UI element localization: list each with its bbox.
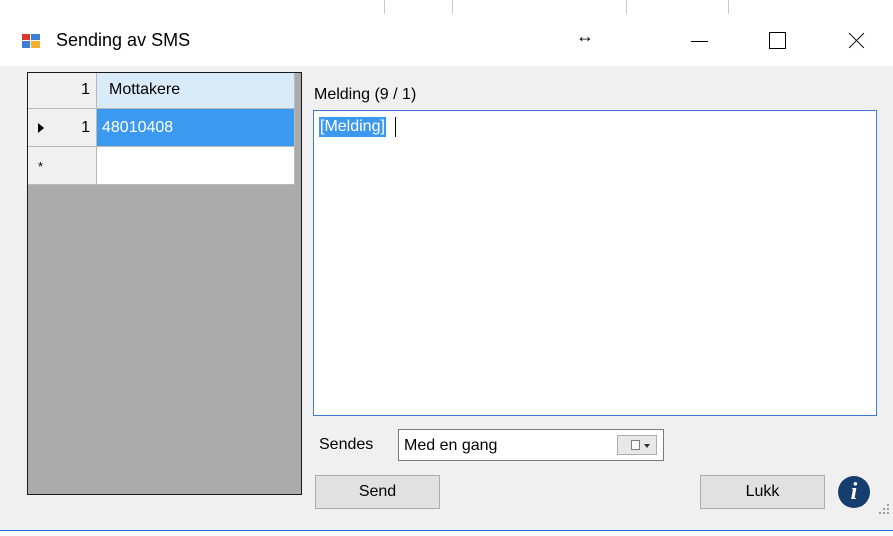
document-icon [631, 440, 640, 450]
new-recipient-cell[interactable] [97, 147, 295, 185]
resize-cursor-icon: ↔ [576, 26, 594, 46]
strip-divider [728, 0, 729, 14]
text-caret [395, 117, 396, 137]
recipients-grid[interactable]: 1 Mottakere 1 48010408 * [27, 72, 302, 495]
chevron-down-icon [644, 444, 650, 448]
row-header[interactable]: * [28, 147, 97, 185]
sendes-select[interactable]: Med en gang [398, 429, 664, 461]
title-bar[interactable]: Sending av SMS ↔ [0, 16, 893, 66]
bottom-edge [0, 530, 893, 536]
recipient-cell[interactable]: 48010408 [97, 109, 295, 147]
maximize-button[interactable] [765, 28, 795, 54]
lukk-button[interactable]: Lukk [700, 475, 825, 509]
message-label: Melding (9 / 1) [314, 86, 417, 103]
grid-header: 1 Mottakere [28, 73, 301, 109]
grid-corner-count[interactable]: 1 [28, 73, 97, 109]
minimize-button[interactable] [686, 28, 716, 54]
message-text: [Melding] [319, 117, 386, 137]
row-number: 1 [81, 119, 90, 136]
app-icon [22, 34, 40, 48]
strip-divider [452, 0, 453, 14]
send-button[interactable]: Send [315, 475, 440, 509]
row-header[interactable]: 1 [28, 109, 97, 147]
strip-divider [626, 0, 627, 14]
strip-divider [384, 0, 385, 14]
new-row[interactable]: * [28, 147, 301, 185]
table-row[interactable]: 1 48010408 [28, 109, 301, 147]
window-title: Sending av SMS [56, 30, 191, 50]
info-icon[interactable]: i [838, 476, 870, 508]
close-window-button[interactable] [842, 28, 872, 54]
background-window-strip [0, 0, 893, 16]
message-textarea[interactable]: [Melding] [313, 110, 877, 416]
sendes-selected-value: Med en gang [404, 437, 498, 454]
sendes-label: Sendes [319, 436, 374, 453]
column-header-mottakere[interactable]: Mottakere [97, 73, 295, 109]
sendes-dropdown-button[interactable] [617, 435, 657, 455]
current-row-arrow-icon [38, 123, 44, 133]
new-row-star-icon: * [38, 159, 44, 174]
resize-grip-icon[interactable] [879, 504, 889, 514]
